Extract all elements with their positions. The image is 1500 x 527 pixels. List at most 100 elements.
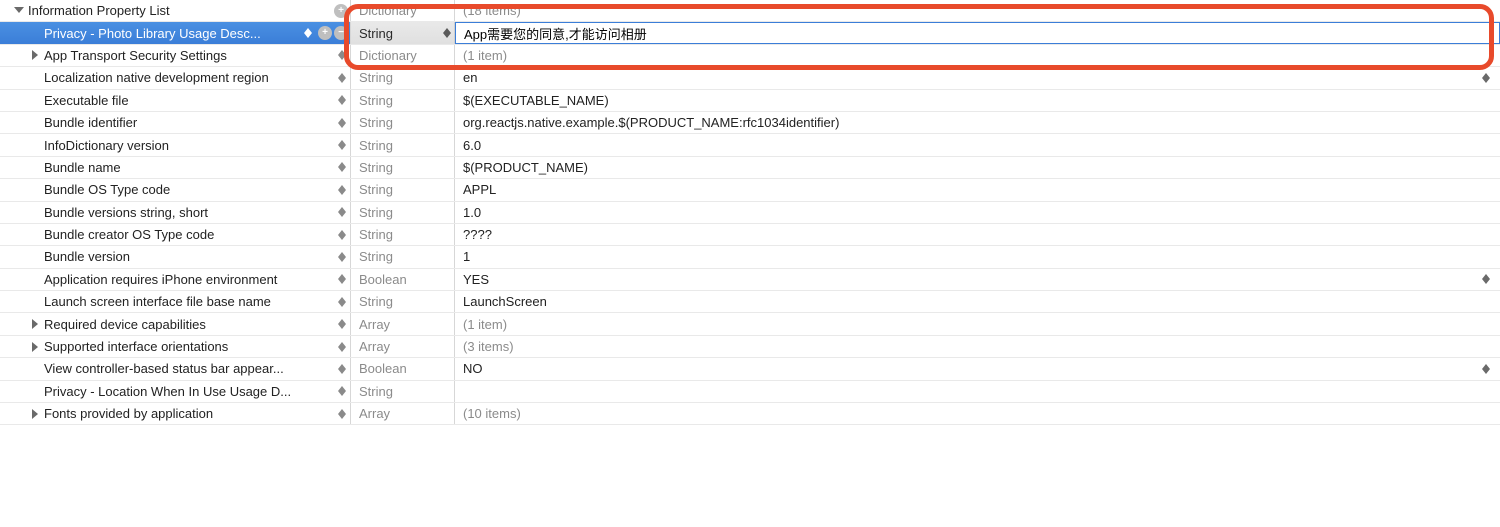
type-cell[interactable]: String [351,157,455,178]
type-cell[interactable]: Boolean [351,358,455,379]
add-row-button[interactable]: + [334,4,348,18]
key-cell[interactable]: Privacy - Photo Library Usage Desc... + … [0,22,351,43]
key-stepper-icon[interactable] [336,69,348,87]
plist-row[interactable]: InfoDictionary versionString6.0 [0,134,1500,156]
plist-row[interactable]: Application requires iPhone environmentB… [0,269,1500,291]
type-cell[interactable]: Dictionary [351,0,455,21]
plist-row[interactable]: View controller-based status bar appear.… [0,358,1500,380]
plist-row[interactable]: Bundle identifierStringorg.reactjs.nativ… [0,112,1500,134]
value-cell[interactable]: $(PRODUCT_NAME) [455,157,1500,178]
key-cell[interactable]: App Transport Security Settings [0,45,351,66]
key-cell[interactable]: Bundle name [0,157,351,178]
value-cell[interactable]: 1.0 [455,202,1500,223]
remove-row-button[interactable]: − [334,26,348,40]
key-cell[interactable]: Privacy - Location When In Use Usage D..… [0,381,351,402]
plist-row[interactable]: Bundle creator OS Type codeString???? [0,224,1500,246]
plist-row[interactable]: Bundle versions string, shortString1.0 [0,202,1500,224]
value-cell[interactable]: 1 [455,246,1500,267]
disclosure-right-icon[interactable] [30,409,40,419]
key-stepper-icon[interactable] [336,226,348,244]
key-stepper-icon[interactable] [336,270,348,288]
disclosure-right-icon[interactable] [30,342,40,352]
key-stepper-icon[interactable] [336,360,348,378]
disclosure-down-icon[interactable] [14,6,24,16]
type-cell[interactable]: String [351,224,455,245]
key-cell[interactable]: Information Property List + [0,0,351,21]
key-cell[interactable]: Bundle versions string, short [0,202,351,223]
key-stepper-icon[interactable] [336,248,348,266]
key-cell[interactable]: Fonts provided by application [0,403,351,424]
plist-row[interactable]: Fonts provided by applicationArray(10 it… [0,403,1500,425]
value-cell[interactable]: APPL [455,179,1500,200]
plist-row[interactable]: Localization native development regionSt… [0,67,1500,89]
plist-row[interactable]: Privacy - Location When In Use Usage D..… [0,381,1500,403]
plist-row-selected[interactable]: Privacy - Photo Library Usage Desc... + … [0,22,1500,44]
type-cell[interactable]: Array [351,313,455,334]
type-cell[interactable]: String [351,291,455,312]
key-stepper-icon[interactable] [336,181,348,199]
key-cell[interactable]: Bundle creator OS Type code [0,224,351,245]
type-cell[interactable]: String [351,202,455,223]
type-cell[interactable]: String [351,112,455,133]
plist-row[interactable]: App Transport Security SettingsDictionar… [0,45,1500,67]
type-cell[interactable]: String [351,179,455,200]
key-stepper-icon[interactable] [336,114,348,132]
value-cell[interactable] [455,381,1500,402]
type-cell[interactable]: String [351,22,455,43]
key-cell[interactable]: Bundle OS Type code [0,179,351,200]
type-stepper-icon[interactable] [443,28,451,38]
key-cell[interactable]: Bundle version [0,246,351,267]
type-cell[interactable]: Array [351,336,455,357]
value-cell[interactable]: NO [455,358,1500,379]
plist-row[interactable]: Bundle versionString1 [0,246,1500,268]
key-stepper-icon[interactable] [336,136,348,154]
plist-root-row[interactable]: Information Property List + Dictionary (… [0,0,1500,22]
value-input[interactable] [464,24,1499,42]
value-stepper-icon[interactable] [1482,73,1490,83]
key-stepper-icon[interactable] [336,405,348,423]
value-cell[interactable]: org.reactjs.native.example.$(PRODUCT_NAM… [455,112,1500,133]
key-cell[interactable]: InfoDictionary version [0,134,351,155]
value-stepper-icon[interactable] [1482,274,1490,284]
add-row-button[interactable]: + [318,26,332,40]
type-cell[interactable]: String [351,381,455,402]
key-cell[interactable]: Executable file [0,90,351,111]
key-stepper-icon[interactable] [336,382,348,400]
type-cell[interactable]: Dictionary [351,45,455,66]
disclosure-right-icon[interactable] [30,50,40,60]
value-cell[interactable]: ???? [455,224,1500,245]
key-cell[interactable]: Localization native development region [0,67,351,88]
plist-row[interactable]: Bundle nameString$(PRODUCT_NAME) [0,157,1500,179]
plist-row[interactable]: Executable fileString$(EXECUTABLE_NAME) [0,90,1500,112]
type-cell[interactable]: String [351,67,455,88]
value-cell[interactable]: YES [455,269,1500,290]
type-cell[interactable]: String [351,90,455,111]
key-cell[interactable]: Launch screen interface file base name [0,291,351,312]
key-stepper-icon[interactable] [336,46,348,64]
value-cell[interactable]: 6.0 [455,134,1500,155]
key-stepper-icon[interactable] [336,158,348,176]
key-cell[interactable]: View controller-based status bar appear.… [0,358,351,379]
value-cell[interactable]: $(EXECUTABLE_NAME) [455,90,1500,111]
key-stepper-icon[interactable] [336,91,348,109]
plist-row[interactable]: Launch screen interface file base nameSt… [0,291,1500,313]
disclosure-right-icon[interactable] [30,319,40,329]
key-cell[interactable]: Application requires iPhone environment [0,269,351,290]
key-cell[interactable]: Required device capabilities [0,313,351,334]
key-stepper-icon[interactable] [336,203,348,221]
type-cell[interactable]: Boolean [351,269,455,290]
type-cell[interactable]: String [351,246,455,267]
key-stepper-icon[interactable] [336,338,348,356]
plist-row[interactable]: Supported interface orientationsArray(3 … [0,336,1500,358]
plist-row[interactable]: Required device capabilitiesArray(1 item… [0,313,1500,335]
key-cell[interactable]: Supported interface orientations [0,336,351,357]
value-cell[interactable]: en [455,67,1500,88]
type-cell[interactable]: Array [351,403,455,424]
key-stepper-icon[interactable] [336,293,348,311]
plist-row[interactable]: Bundle OS Type codeStringAPPL [0,179,1500,201]
key-cell[interactable]: Bundle identifier [0,112,351,133]
key-stepper-icon[interactable] [336,315,348,333]
key-stepper-icon[interactable] [302,24,314,42]
value-cell[interactable]: LaunchScreen [455,291,1500,312]
value-cell[interactable] [455,22,1500,43]
